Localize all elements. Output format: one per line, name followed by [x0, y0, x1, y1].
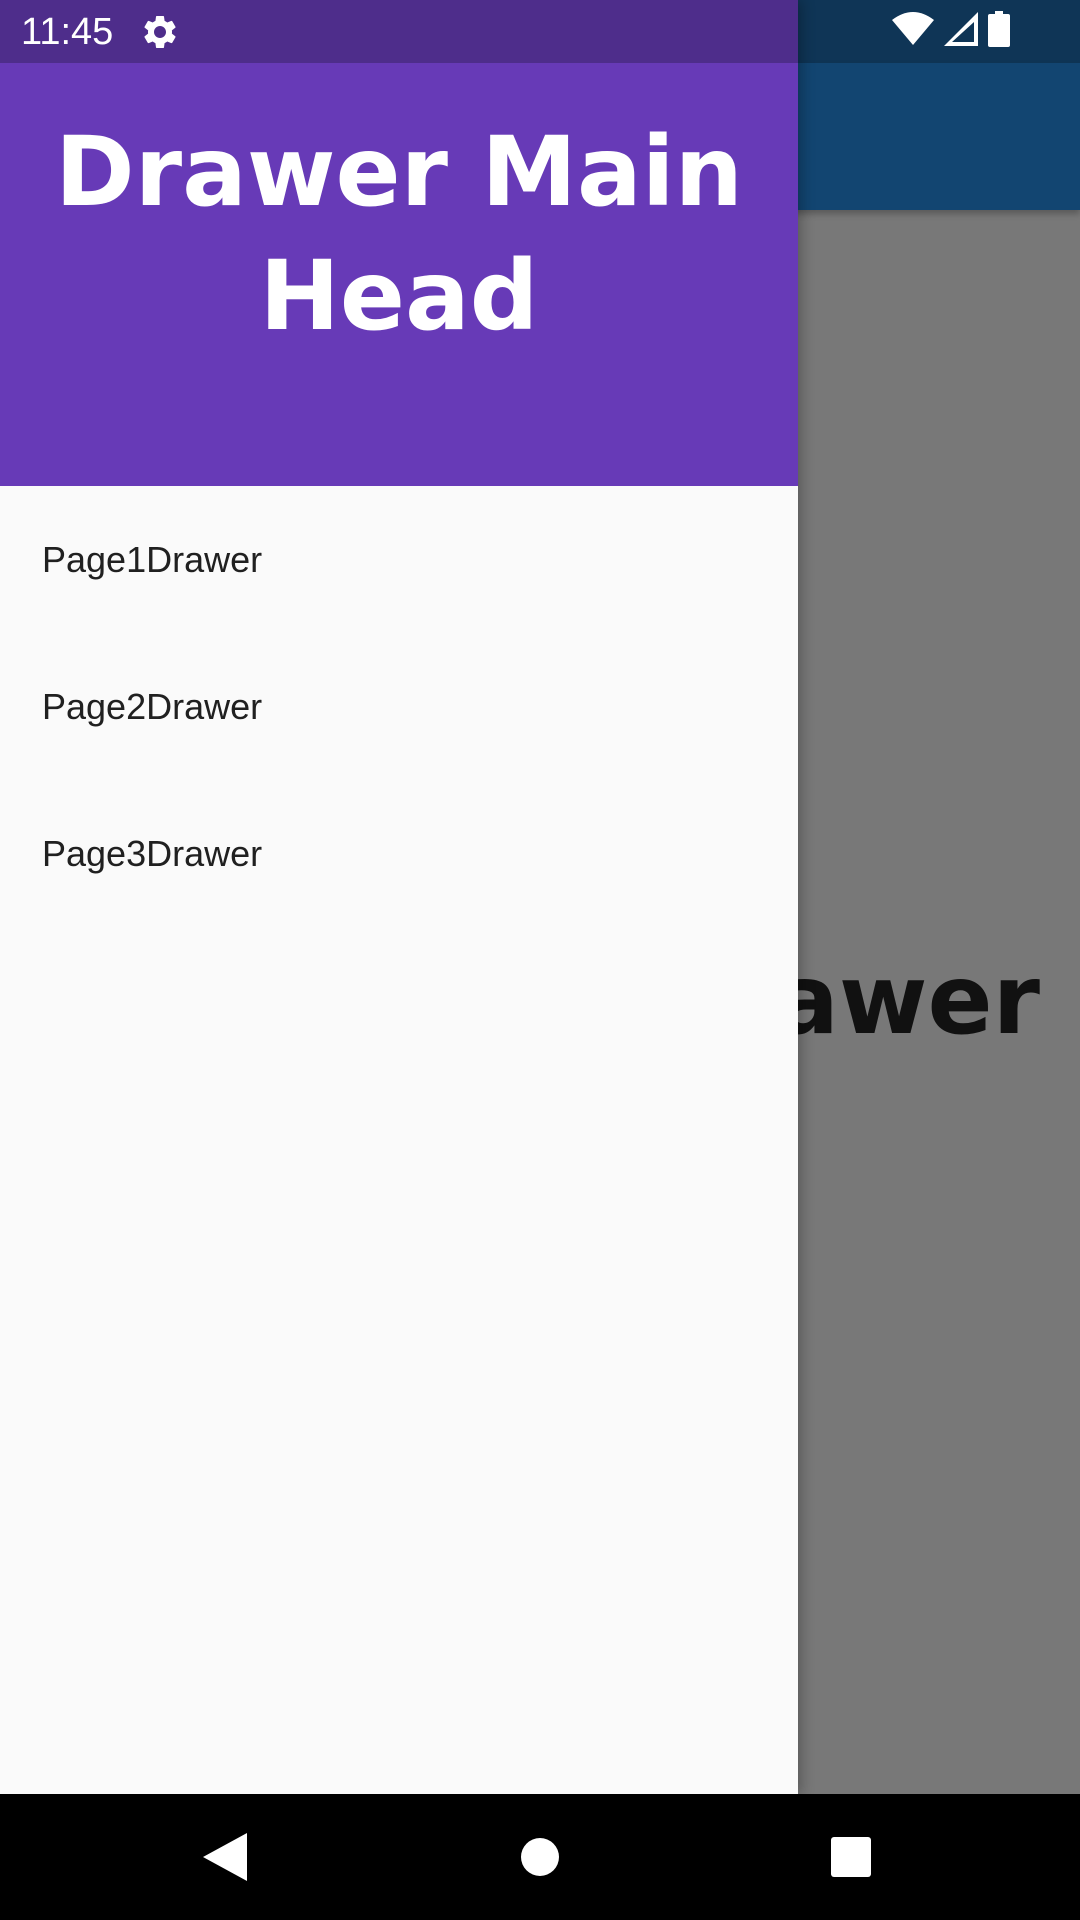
drawer-item-page3[interactable]: Page3Drawer [0, 780, 798, 927]
back-icon[interactable] [162, 1794, 288, 1920]
drawer-item-page1[interactable]: Page1Drawer [0, 486, 798, 633]
drawer-header-title: Drawer Main Head [55, 116, 743, 352]
drawer-item-label: Page2Drawer [42, 685, 263, 727]
wifi-icon [892, 12, 934, 51]
status-icons [892, 0, 1080, 63]
drawer-item-label: Page1Drawer [42, 538, 263, 580]
status-time: 11:45 [21, 11, 114, 53]
home-icon[interactable] [477, 1794, 603, 1920]
drawer-list: Page1Drawer Page2Drawer Page3Drawer [0, 486, 798, 927]
drawer-item-page2[interactable]: Page2Drawer [0, 633, 798, 780]
battery-icon [988, 11, 1010, 52]
navigation-bar [0, 1794, 1080, 1920]
drawer-item-label: Page3Drawer [42, 832, 263, 874]
drawer-status-bar [0, 0, 798, 63]
gear-icon [140, 12, 180, 52]
drawer-header: Drawer Main Head [0, 63, 798, 486]
screen: rawer Drawer Main Head Page1Drawer Page2… [0, 0, 1080, 1920]
recents-icon[interactable] [788, 1794, 914, 1920]
navigation-drawer: Drawer Main Head Page1Drawer Page2Drawer… [0, 0, 798, 1794]
signal-icon [944, 12, 978, 51]
